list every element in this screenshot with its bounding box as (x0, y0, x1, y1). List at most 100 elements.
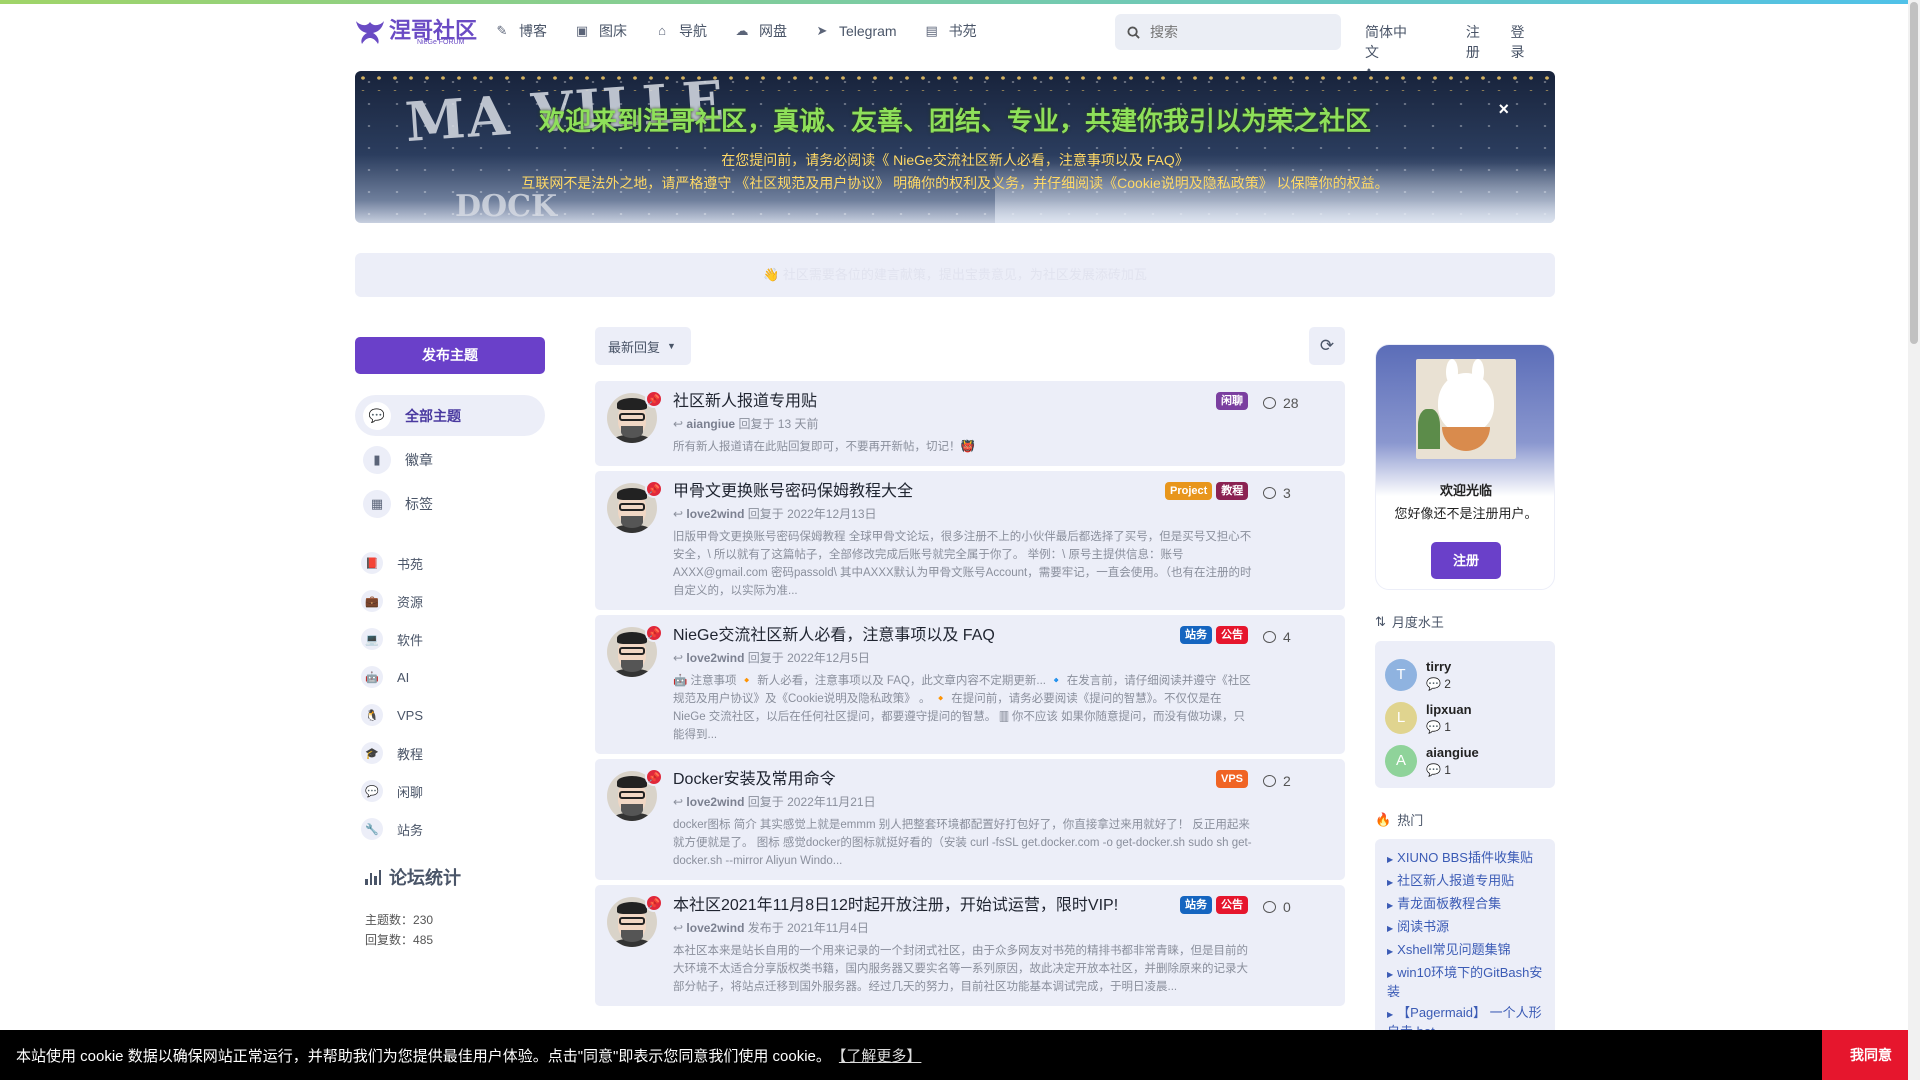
monthly-user[interactable]: Ttirry 💬 2 (1385, 653, 1545, 696)
thread-row[interactable]: 📌 社区新人报道专用贴 ↩ aiangiue 回复于 13 天前 所有新人报道请在此贴… (595, 381, 1345, 466)
thread-row[interactable]: 📌 本社区2021年11月8日12时起开放注册，开始试运营，限时VIP! ↩ lov… (595, 885, 1345, 1006)
nav-telegram[interactable]: ➤ Telegram (815, 23, 897, 39)
comment-icon (1263, 487, 1276, 499)
robot-icon: 🤖 (361, 666, 383, 688)
monthly-user[interactable]: Aaiangiue 💬 1 (1385, 739, 1545, 782)
bunny-body (1438, 373, 1494, 433)
thread-user[interactable]: love2wind (686, 651, 744, 665)
cookie-learn-more-link[interactable]: 【了解更多】 (839, 1048, 922, 1065)
thread-title[interactable]: 本社区2021年11月8日12时起开放注册，开始试运营，限时VIP! (673, 896, 1133, 916)
nav-image-host[interactable]: ▣ 图床 (575, 21, 627, 41)
hot-item[interactable]: ▶ 阅读书源 (1387, 918, 1545, 937)
nav-books[interactable]: ▤ 书苑 (925, 21, 976, 41)
reply-icon: ↩ (673, 921, 684, 935)
nav-blog[interactable]: ✎ 博客 (495, 21, 547, 41)
new-topic-button[interactable]: 发布主题 (355, 337, 545, 374)
site-logo[interactable]: 涅哥社区 NieGe FORUM (355, 18, 485, 46)
avatar-part (617, 902, 647, 914)
thread-user[interactable]: love2wind (686, 507, 744, 521)
menu-all-topics[interactable]: 💬 全部主题 (355, 395, 545, 436)
topics-label: 主题数： (365, 913, 414, 927)
language-select[interactable]: 简体中文 ⬍ (1365, 22, 1438, 78)
left-sidebar: 发布主题 💬 全部主题 ▮ 徽章 ▦ 标签 📕 书苑 💼 资源 💻 软件 🤖 AI 🐧 VPS … (355, 337, 545, 950)
thread-row[interactable]: 📌 Docker安装及常用命令 ↩ love2wind 回复于 2022年11月21… (595, 759, 1345, 880)
sort-dropdown[interactable]: 最新回复 ▼ (595, 327, 691, 365)
avatar-part (619, 503, 645, 511)
thread-excerpt: docker图标 简介 其实感觉上就是emmm 别人把整套环境都配置好打包好了，… (673, 819, 1252, 867)
tag-badge[interactable]: 站务 (1180, 896, 1212, 914)
avatar[interactable]: T (1385, 658, 1417, 691)
comment-count-value: 28 (1283, 395, 1299, 411)
tag-item-vps[interactable]: 🐧 VPS (355, 696, 545, 734)
tag-item-chat[interactable]: 💬 闲聊 (355, 772, 545, 810)
cookie-message: 本站使用 cookie 数据以确保网站正常运行，并帮助我们为您提供最佳用户体验。… (16, 1045, 921, 1066)
tag-badge[interactable]: VPS (1216, 770, 1249, 788)
nav-cloud-drive[interactable]: ☁ 网盘 (735, 21, 788, 41)
user-name[interactable]: tirry (1426, 659, 1451, 674)
forum-stats-heading: 论坛统计 (355, 864, 545, 890)
page-scrollbar[interactable] (1908, 0, 1920, 1080)
tag-item-software[interactable]: 💻 软件 (355, 620, 545, 658)
replies-label: 回复数： (365, 933, 414, 947)
avatar[interactable]: L (1385, 701, 1417, 734)
tag-badge[interactable]: 公告 (1216, 896, 1248, 914)
thread-user[interactable]: aiangiue (686, 417, 735, 431)
welcome-register-button[interactable]: 注册 (1431, 542, 1501, 579)
avatar[interactable]: A (1385, 744, 1417, 777)
register-link[interactable]: 注册 (1466, 22, 1483, 78)
reply-icon: ↩ (673, 795, 684, 809)
login-link[interactable]: 登录 (1510, 22, 1527, 78)
tag-item-site[interactable]: 🔧 站务 (355, 810, 545, 848)
images-icon: ▣ (575, 23, 589, 38)
search-input[interactable] (1150, 24, 1330, 40)
pin-icon: 📌 (645, 768, 663, 786)
hot-item[interactable]: ▶ 青龙面板教程合集 (1387, 895, 1545, 914)
hot-item-label: 社区新人报道专用贴 (1397, 873, 1515, 888)
hot-item[interactable]: ▶ Xshell常见问题集锦 (1387, 941, 1545, 960)
hot-item[interactable]: ▶ XIUNO BBS插件收集贴 (1387, 849, 1545, 868)
search-box[interactable] (1115, 14, 1341, 50)
banner-title: 欢迎来到涅哥社区，真诚、友善、团结、专业，共建你我引以为荣之社区 (538, 106, 1371, 136)
thread-row[interactable]: 📌 甲骨文更换账号密码保姆教程大全 ↩ love2wind 回复于 2022年12月… (595, 471, 1345, 610)
cookie-agree-button[interactable]: 我同意 (1822, 1030, 1920, 1080)
tag-badge[interactable]: 公告 (1216, 626, 1248, 644)
thread-row[interactable]: 📌 NieGe交流社区新人必看，注意事项以及 FAQ ↩ love2wind 回复于… (595, 615, 1345, 754)
tag-badge[interactable]: 教程 (1216, 482, 1249, 500)
thread-user[interactable]: love2wind (686, 795, 744, 809)
tag-item-resources[interactable]: 💼 资源 (355, 582, 545, 620)
thread-meta: ↩ love2wind 回复于 2022年12月13日 (673, 505, 1345, 522)
menu-badges[interactable]: ▮ 徽章 (355, 439, 545, 480)
thread-time: 发布于 2021年11月4日 (747, 921, 869, 935)
tag-item-ai[interactable]: 🤖 AI (355, 658, 545, 696)
comment-icon: 💬 (1426, 676, 1441, 691)
tag-badge[interactable]: 站务 (1180, 626, 1212, 644)
user-name[interactable]: lipxuan (1426, 702, 1472, 717)
hot-item[interactable]: ▶ win10环境下的GitBash安装 (1387, 964, 1545, 1000)
banner-line-faq[interactable]: 在您提问前，请务必阅读《 NieGe交流社区新人必看，注意事项以及 FAQ》 (355, 150, 1555, 170)
caret-right-icon: ▶ (1387, 970, 1394, 979)
tag-badge[interactable]: 闲聊 (1216, 392, 1248, 410)
thread-title[interactable]: NieGe交流社区新人必看，注意事项以及 FAQ (673, 626, 1133, 646)
nav-navigation[interactable]: ⌂ 导航 (655, 21, 707, 41)
tag-badge[interactable]: Project (1165, 482, 1213, 500)
scrollbar-thumb[interactable] (1910, 2, 1918, 344)
tag-item-books[interactable]: 📕 书苑 (355, 544, 545, 582)
thread-title[interactable]: 社区新人报道专用贴 (673, 392, 1133, 412)
refresh-button[interactable]: ⟳ (1309, 327, 1345, 365)
avatar-part (621, 426, 643, 438)
hot-item[interactable]: ▶ 社区新人报道专用贴 (1387, 872, 1545, 891)
thread-title[interactable]: 甲骨文更换账号密码保姆教程大全 (673, 482, 1133, 502)
avatar-part (617, 398, 647, 410)
banner-line-rules[interactable]: 互联网不是法外之地，请严格遵守 《社区规范及用户协议》 明确你的权利及义务，并仔… (355, 173, 1555, 193)
book-icon: ▤ (925, 23, 938, 38)
thread-tags: 站务 公告 (1180, 626, 1248, 644)
user-name[interactable]: aiangiue (1426, 745, 1479, 760)
menu-tags[interactable]: ▦ 标签 (355, 483, 545, 524)
topic-count: 主题数：230 (365, 910, 545, 930)
close-icon[interactable]: × (1498, 99, 1509, 120)
thread-time: 回复于 2022年11月21日 (747, 795, 876, 809)
monthly-user[interactable]: Llipxuan 💬 1 (1385, 696, 1545, 739)
tag-item-tutorial[interactable]: 🎓 教程 (355, 734, 545, 772)
thread-user[interactable]: love2wind (686, 921, 744, 935)
thread-title[interactable]: Docker安装及常用命令 (673, 770, 1133, 790)
